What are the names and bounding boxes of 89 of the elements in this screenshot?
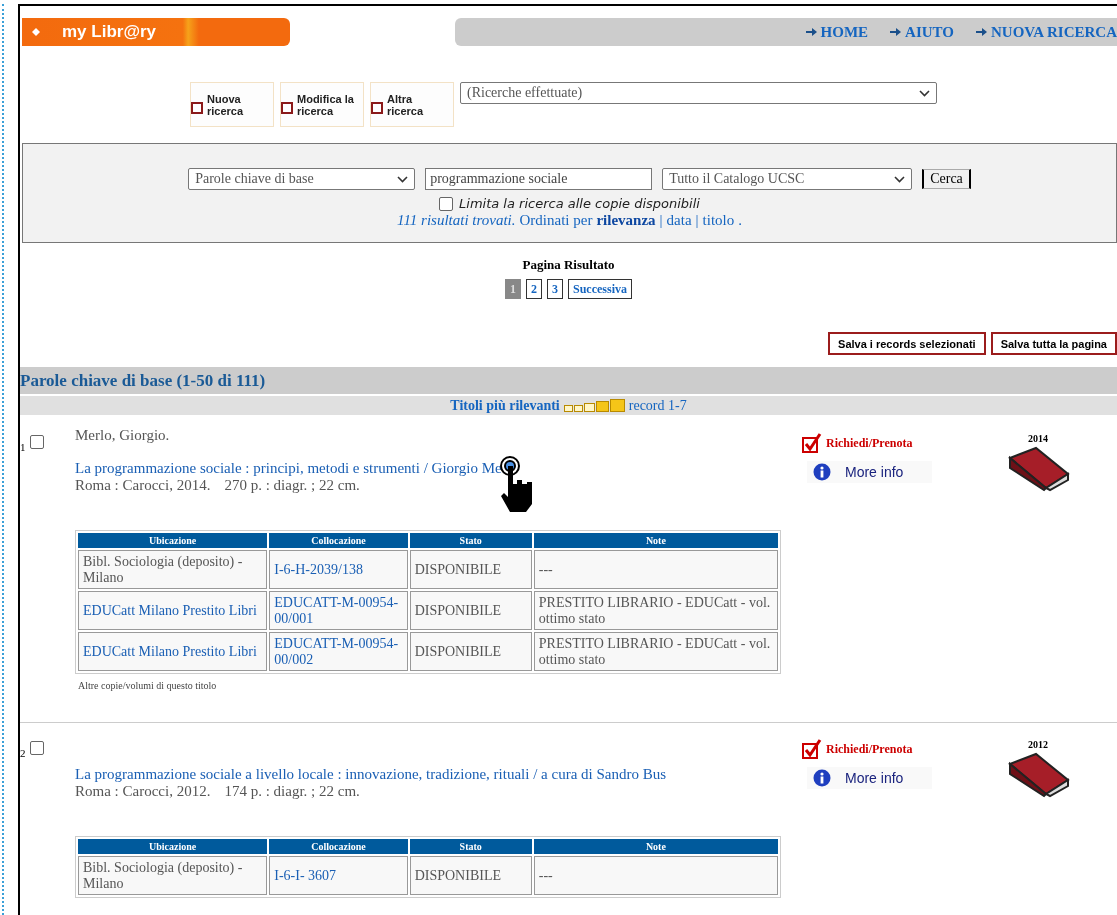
more-info-button[interactable]: More info [807, 461, 932, 483]
table-cell: DISPONIBILE [409, 632, 532, 671]
table-cell: --- [533, 550, 778, 589]
history-select[interactable]: (Ricerche effettuate) [460, 82, 937, 104]
title-link[interactable]: La programmazione sociale a livello locale : innovazione, tradizione, rituali / a cura di Sandro Bus [75, 766, 667, 783]
call-number-link[interactable]: EDUCATT-M-00954-00/001 [269, 591, 408, 630]
tool-button[interactable]: Modifica la ricerca [280, 82, 364, 127]
table-cell: DISPONIBILE [409, 591, 532, 630]
nav-link[interactable]: NUOVA RICERCA [976, 23, 1117, 41]
tool-button[interactable]: Nuova ricerca [190, 82, 274, 127]
square-icon [371, 101, 383, 114]
publisher: Roma : Carocci, 2012. [75, 783, 211, 800]
record-number: 2 [20, 747, 26, 759]
call-number-link[interactable]: I-6-I- 3607 [269, 856, 408, 895]
book-icon [1006, 444, 1070, 492]
square-icon [281, 101, 293, 114]
arrow-icon [805, 27, 817, 37]
table-cell: Bibl. Sociologia (deposito) - Milano [78, 550, 268, 589]
table-cell: PRESTITO LIBRARIO - EDUCatt - vol. ottimo stato [533, 632, 778, 671]
table-cell: Bibl. Sociologia (deposito) - Milano [78, 856, 268, 895]
call-number-link[interactable]: EDUCATT-M-00954-00/002 [269, 632, 408, 671]
year-label: 2012 [1028, 739, 1048, 750]
search-field[interactable]: programmazione sociale [425, 168, 653, 190]
column-header: Collocazione [269, 533, 408, 548]
location-link[interactable]: EDUCatt Milano Prestito Libri [78, 591, 268, 630]
table-cell: DISPONIBILE [409, 856, 532, 895]
record-checkbox[interactable] [29, 435, 44, 449]
sort-link[interactable]: data [666, 212, 692, 229]
location-link[interactable]: EDUCatt Milano Prestito Libri [78, 632, 268, 671]
more-copies-note: Altre copie/volumi di questo titolo [78, 680, 218, 691]
save-button[interactable]: Salva i records selezionati [828, 332, 986, 355]
column-header: Note [533, 839, 778, 854]
catalog-select[interactable]: Tutto il Catalogo UCSC [662, 168, 913, 190]
info-icon [813, 463, 831, 481]
book-icon [1006, 750, 1070, 798]
section-header: Parole chiave di base (1-50 di 111) [20, 367, 1117, 394]
column-header: Ubicazione [78, 839, 268, 854]
record-number: 1 [20, 441, 26, 453]
square-icon [191, 101, 203, 114]
column-header: Stato [409, 839, 532, 854]
nav-link[interactable]: AIUTO [890, 23, 954, 41]
column-header: Note [533, 533, 778, 548]
sort-label: Ordinati per [519, 212, 593, 229]
nav-link[interactable]: HOME [805, 23, 869, 41]
column-header: Collocazione [269, 839, 408, 854]
author: Merlo, Giorgio. [75, 427, 171, 444]
request-link[interactable]: Richiedi/Prenota [802, 739, 1002, 759]
search-button[interactable]: Cerca [922, 169, 971, 189]
more-info-button[interactable]: More info [807, 767, 932, 789]
checkmark-icon [802, 433, 822, 453]
sort-link[interactable]: titolo [702, 212, 735, 229]
tool-button[interactable]: Altra ricerca [370, 82, 454, 127]
next-page-link[interactable]: Successiva [568, 279, 632, 299]
record-range: record 1-7 [628, 397, 687, 414]
relevance-label: Titoli più rilevanti [450, 397, 560, 414]
logo-text: my Libr@ry [62, 22, 157, 42]
separator: | [659, 212, 663, 229]
page-link[interactable]: 3 [547, 279, 563, 299]
arrow-icon [890, 27, 902, 37]
call-number-link[interactable]: I-6-H-2039/138 [269, 550, 408, 589]
diamond-icon [32, 28, 40, 36]
page-link[interactable]: 2 [526, 279, 542, 299]
results-count: 111 risultati trovati. [397, 212, 516, 229]
limit-checkbox[interactable] [439, 196, 454, 211]
title-link[interactable]: La programmazione sociale : principi, metodi e strumenti / Giorgio Me [75, 460, 502, 477]
chevron-down-icon [894, 175, 906, 183]
column-header: Ubicazione [78, 533, 268, 548]
period: . [738, 212, 742, 229]
limit-label: Limita la ricerca alle copie disponibili [459, 196, 700, 211]
chevron-down-icon [919, 89, 930, 97]
search-type-select[interactable]: Parole chiave di base [188, 168, 416, 190]
year-label: 2014 [1028, 433, 1048, 444]
arrow-icon [976, 27, 987, 37]
record-checkbox[interactable] [29, 741, 44, 755]
checkmark-icon [802, 739, 822, 759]
table-cell: --- [533, 856, 778, 895]
table-cell: DISPONIBILE [409, 550, 532, 589]
sort-link[interactable]: rilevanza [596, 212, 656, 229]
save-button[interactable]: Salva tutta la pagina [990, 332, 1117, 355]
info-icon [813, 769, 831, 787]
pagination-title: Pagina Risultato [521, 257, 616, 273]
request-link[interactable]: Richiedi/Prenota [802, 433, 1002, 453]
publisher: Roma : Carocci, 2014. [75, 477, 211, 494]
extent: 270 p. : diagr. ; 22 cm. [224, 477, 360, 494]
table-cell: PRESTITO LIBRARIO - EDUCatt - vol. ottimo stato [533, 591, 778, 630]
extent: 174 p. : diagr. ; 22 cm. [224, 783, 360, 800]
chevron-down-icon [397, 175, 409, 183]
separator: | [695, 212, 699, 229]
column-header: Stato [409, 533, 532, 548]
